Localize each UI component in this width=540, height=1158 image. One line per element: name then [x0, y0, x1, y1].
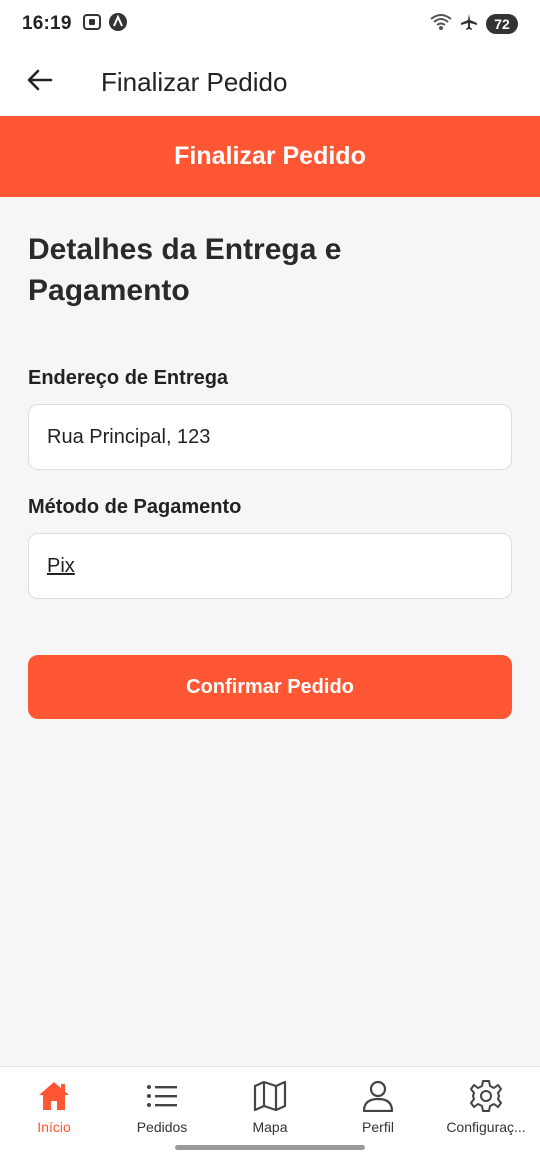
- status-right-icons: 72: [430, 13, 518, 36]
- home-icon: [37, 1079, 71, 1113]
- address-field[interactable]: [28, 404, 512, 470]
- airplane-mode-icon: [460, 13, 478, 36]
- payment-method-select[interactable]: Pix: [28, 533, 512, 599]
- wifi-icon: [430, 13, 452, 36]
- nav-label-perfil: Perfil: [362, 1119, 394, 1135]
- screen: 16:19 72 Finalizar Pedido Finalizar Pedi…: [0, 0, 540, 1158]
- section-title: Detalhes da Entrega e Pagamento: [28, 233, 342, 307]
- app-bar-title: Finalizar Pedido: [101, 66, 288, 97]
- status-bar: 16:19 72: [0, 0, 540, 48]
- app-notification-icon: [108, 12, 128, 37]
- nav-label-mapa: Mapa: [252, 1119, 288, 1135]
- back-button[interactable]: [0, 48, 80, 116]
- header-banner: Finalizar Pedido: [0, 116, 540, 197]
- nav-label-pedidos: Pedidos: [136, 1119, 188, 1135]
- battery-icon: 72: [486, 14, 518, 34]
- app-bar: Finalizar Pedido: [0, 48, 540, 116]
- nav-label-inicio: Início: [37, 1119, 71, 1135]
- gear-icon: [469, 1079, 503, 1113]
- arrow-left-icon: [27, 69, 53, 96]
- checkout-form: Detalhes da Entrega e Pagamento Endereço…: [0, 197, 540, 719]
- payment-label: Método de Pagamento: [28, 496, 242, 518]
- screenshot-icon: [82, 13, 102, 36]
- bottom-navigation: Início Pedidos Mapa Perfil Configuraç...: [0, 1066, 540, 1158]
- nav-item-inicio[interactable]: Início: [0, 1067, 108, 1158]
- nav-label-configuracoes: Configuraç...: [446, 1119, 526, 1135]
- gesture-home-indicator[interactable]: [175, 1145, 365, 1150]
- status-time: 16:19: [22, 13, 72, 34]
- status-left-icons: [82, 12, 128, 37]
- address-label: Endereço de Entrega: [28, 367, 229, 389]
- address-input[interactable]: [47, 425, 493, 449]
- banner-title: Finalizar Pedido: [174, 142, 366, 170]
- confirm-order-button[interactable]: Confirmar Pedido: [28, 655, 512, 719]
- payment-method-value: Pix: [47, 554, 75, 577]
- map-icon: [253, 1079, 287, 1113]
- nav-item-configuracoes[interactable]: Configuraç...: [432, 1067, 540, 1158]
- list-icon: [145, 1079, 179, 1113]
- person-icon: [361, 1079, 395, 1113]
